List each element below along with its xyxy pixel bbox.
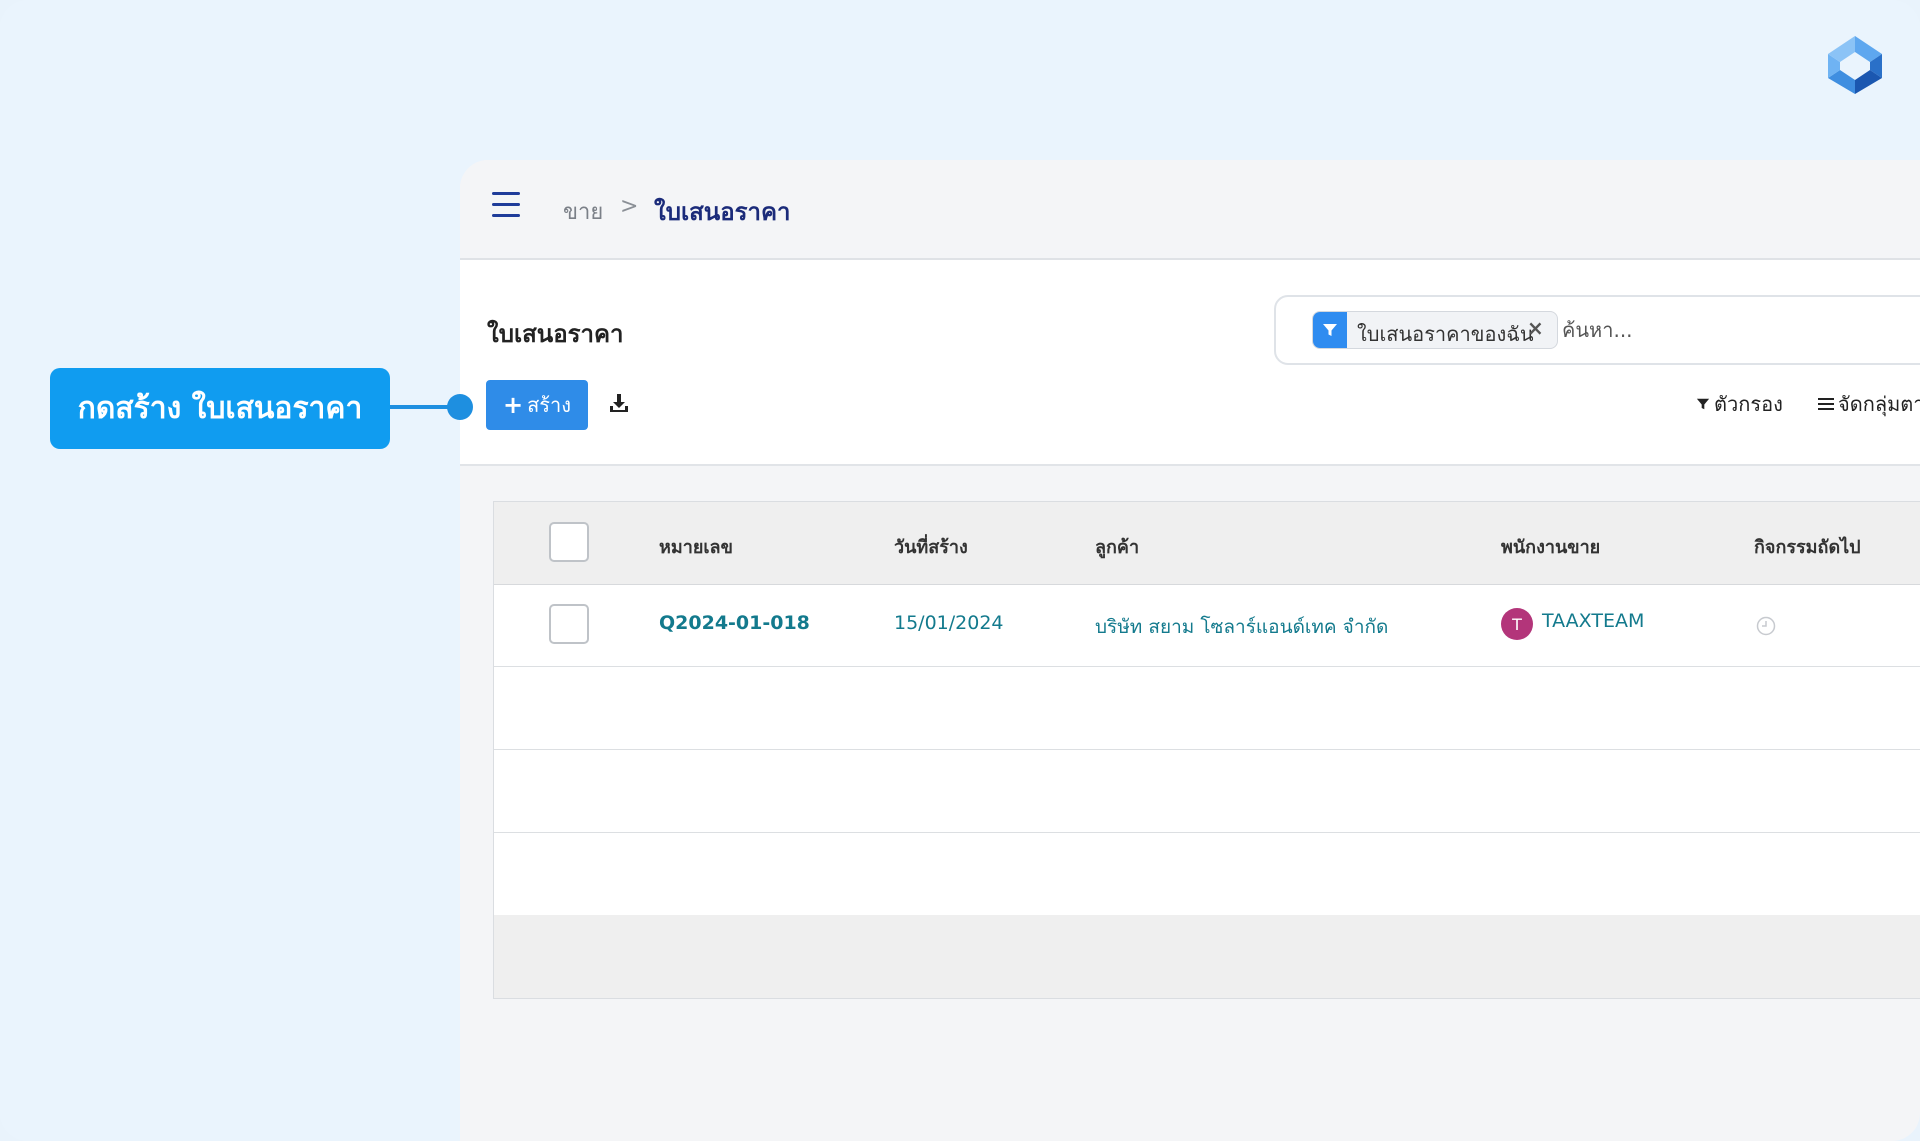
list-icon bbox=[1818, 398, 1834, 410]
funnel-icon bbox=[1696, 398, 1710, 410]
top-bar: ขาย > ใบเสนอราคา bbox=[460, 160, 1920, 260]
hamburger-icon[interactable] bbox=[492, 192, 520, 218]
breadcrumb-separator: > bbox=[620, 194, 639, 219]
table-row-empty bbox=[494, 667, 1920, 750]
breadcrumb-current: ใบเสนอราคา bbox=[654, 198, 791, 226]
column-header-salesperson[interactable]: พนักงานขาย bbox=[1501, 532, 1600, 561]
download-icon[interactable] bbox=[608, 392, 630, 414]
filter-button[interactable]: ตัวกรอง bbox=[1696, 388, 1783, 420]
avatar: T bbox=[1501, 608, 1533, 640]
plus-icon: + bbox=[502, 391, 524, 419]
select-all-checkbox[interactable] bbox=[549, 522, 589, 562]
column-header-customer[interactable]: ลูกค้า bbox=[1095, 532, 1139, 561]
facet-label: ใบเสนอราคาของฉัน bbox=[1357, 322, 1534, 346]
logo-icon bbox=[1828, 36, 1882, 94]
create-button-label: สร้าง bbox=[527, 393, 572, 417]
column-header-next-activity[interactable]: กิจกรรมถัดไป bbox=[1754, 532, 1861, 561]
column-header-number[interactable]: หมายเลข bbox=[659, 532, 733, 561]
callout-label: กดสร้าง ใบเสนอราคา bbox=[50, 368, 390, 449]
quotation-table: หมายเลข วันที่สร้าง ลูกค้า พนักงานขาย กิ… bbox=[493, 501, 1920, 999]
group-by-button-label: จัดกลุ่มตา bbox=[1838, 392, 1920, 416]
salesperson-name: TAAXTEAM bbox=[1542, 610, 1645, 632]
control-panel: ใบเสนอราคา ใบเสนอราคาของฉัน × + สร้าง bbox=[460, 260, 1920, 466]
customer-name: บริษัท สยาม โซลาร์แอนด์เทค จำกัด bbox=[1095, 616, 1389, 638]
table-footer bbox=[494, 915, 1920, 998]
quotation-number[interactable]: Q2024-01-018 bbox=[659, 612, 810, 634]
search-facet: ใบเสนอราคาของฉัน × bbox=[1312, 311, 1558, 349]
group-by-button[interactable]: จัดกลุ่มตา bbox=[1818, 388, 1920, 420]
create-button[interactable]: + สร้าง bbox=[486, 380, 588, 430]
row-checkbox[interactable] bbox=[549, 604, 589, 644]
column-header-date[interactable]: วันที่สร้าง bbox=[894, 532, 968, 561]
search-input[interactable] bbox=[1560, 311, 1920, 349]
page-title: ใบเสนอราคา bbox=[487, 320, 624, 348]
table-header: หมายเลข วันที่สร้าง ลูกค้า พนักงานขาย กิ… bbox=[494, 502, 1920, 585]
page-background: ขาย > ใบเสนอราคา ใบเสนอราคา ใบเสนอราคาขอ… bbox=[0, 0, 1920, 1141]
filter-button-label: ตัวกรอง bbox=[1714, 392, 1783, 416]
app-window: ขาย > ใบเสนอราคา ใบเสนอราคา ใบเสนอราคาขอ… bbox=[460, 160, 1920, 1141]
breadcrumb-parent[interactable]: ขาย bbox=[563, 194, 603, 229]
table-row[interactable]: Q2024-01-018 15/01/2024 บริษัท สยาม โซลา… bbox=[494, 584, 1920, 667]
filter-icon bbox=[1313, 312, 1347, 348]
table-row-empty bbox=[494, 833, 1920, 916]
table-row-empty bbox=[494, 750, 1920, 833]
callout-pointer bbox=[447, 394, 473, 420]
search-box: ใบเสนอราคาของฉัน × bbox=[1274, 295, 1920, 365]
clock-icon[interactable] bbox=[1756, 616, 1776, 636]
facet-remove-icon[interactable]: × bbox=[1527, 316, 1544, 340]
created-date: 15/01/2024 bbox=[894, 612, 1004, 634]
